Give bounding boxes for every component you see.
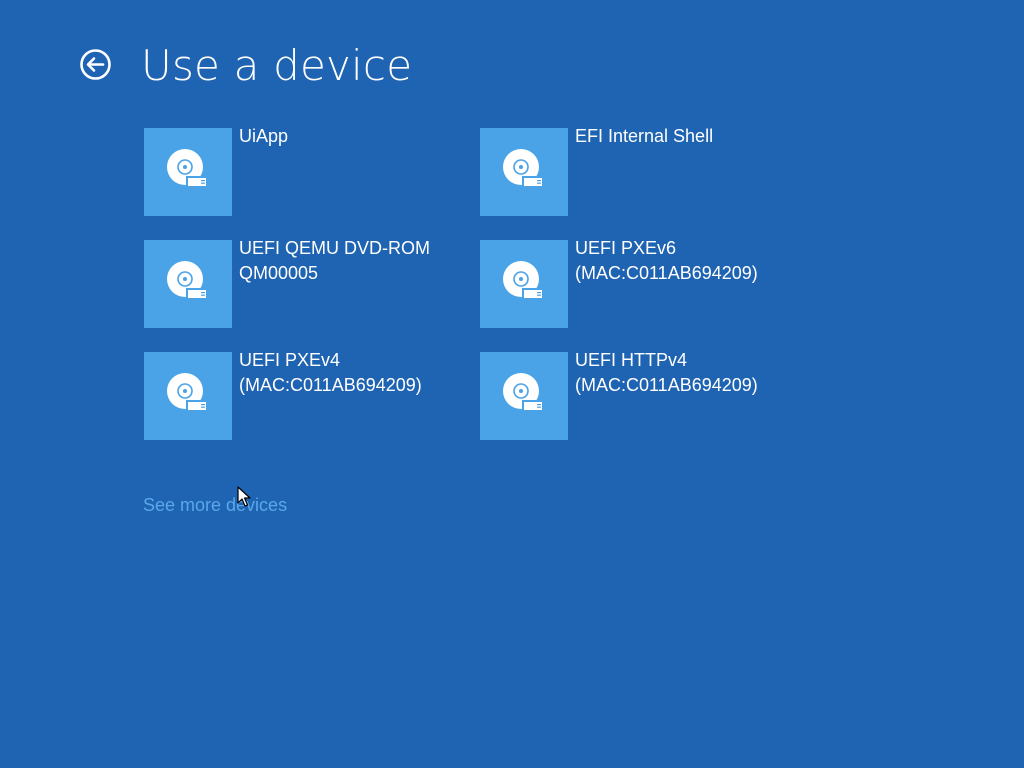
device-label: UEFI HTTPv4 (MAC:C011AB694209) (575, 350, 758, 395)
device-label: EFI Internal Shell (575, 126, 714, 146)
device-label: UEFI QEMU DVD-ROM QM00005 (239, 238, 430, 283)
device-tile-qemu-dvd-rom[interactable]: UEFI QEMU DVD-ROM QM00005 (144, 238, 474, 328)
disk-drive-icon (167, 373, 208, 412)
page-title: Use a device (141, 41, 413, 90)
disk-drive-icon (503, 149, 544, 188)
see-more-devices-link[interactable]: See more devices (143, 493, 287, 517)
device-tile-httpv4[interactable]: UEFI HTTPv4 (MAC:C011AB694209) (480, 350, 810, 440)
device-list: UiApp EFI Internal Shell UEFI QEMU DVD-R… (144, 126, 844, 458)
back-arrow-circle-icon[interactable] (79, 48, 112, 81)
device-tile-pxev4[interactable]: UEFI PXEv4 (MAC:C011AB694209) (144, 350, 474, 440)
tile-icon-box (144, 128, 232, 216)
back-button[interactable] (79, 48, 112, 81)
device-tile-efi-internal-shell[interactable]: EFI Internal Shell (480, 126, 810, 216)
disk-drive-icon (167, 149, 208, 188)
disk-drive-icon (503, 261, 544, 300)
disk-drive-icon (167, 261, 208, 300)
device-label: UEFI PXEv6 (MAC:C011AB694209) (575, 238, 758, 283)
tile-icon-box (480, 240, 568, 328)
tile-icon-box (480, 128, 568, 216)
disk-drive-icon (503, 373, 544, 412)
device-label: UiApp (239, 126, 289, 146)
tile-icon-box (144, 352, 232, 440)
use-a-device-page: Use a device UiApp EFI Internal Shell UE… (0, 0, 1024, 768)
device-tile-uiapp[interactable]: UiApp (144, 126, 474, 216)
tile-icon-box (480, 352, 568, 440)
device-label: UEFI PXEv4 (MAC:C011AB694209) (239, 350, 422, 395)
device-tile-pxev6[interactable]: UEFI PXEv6 (MAC:C011AB694209) (480, 238, 810, 328)
tile-icon-box (144, 240, 232, 328)
